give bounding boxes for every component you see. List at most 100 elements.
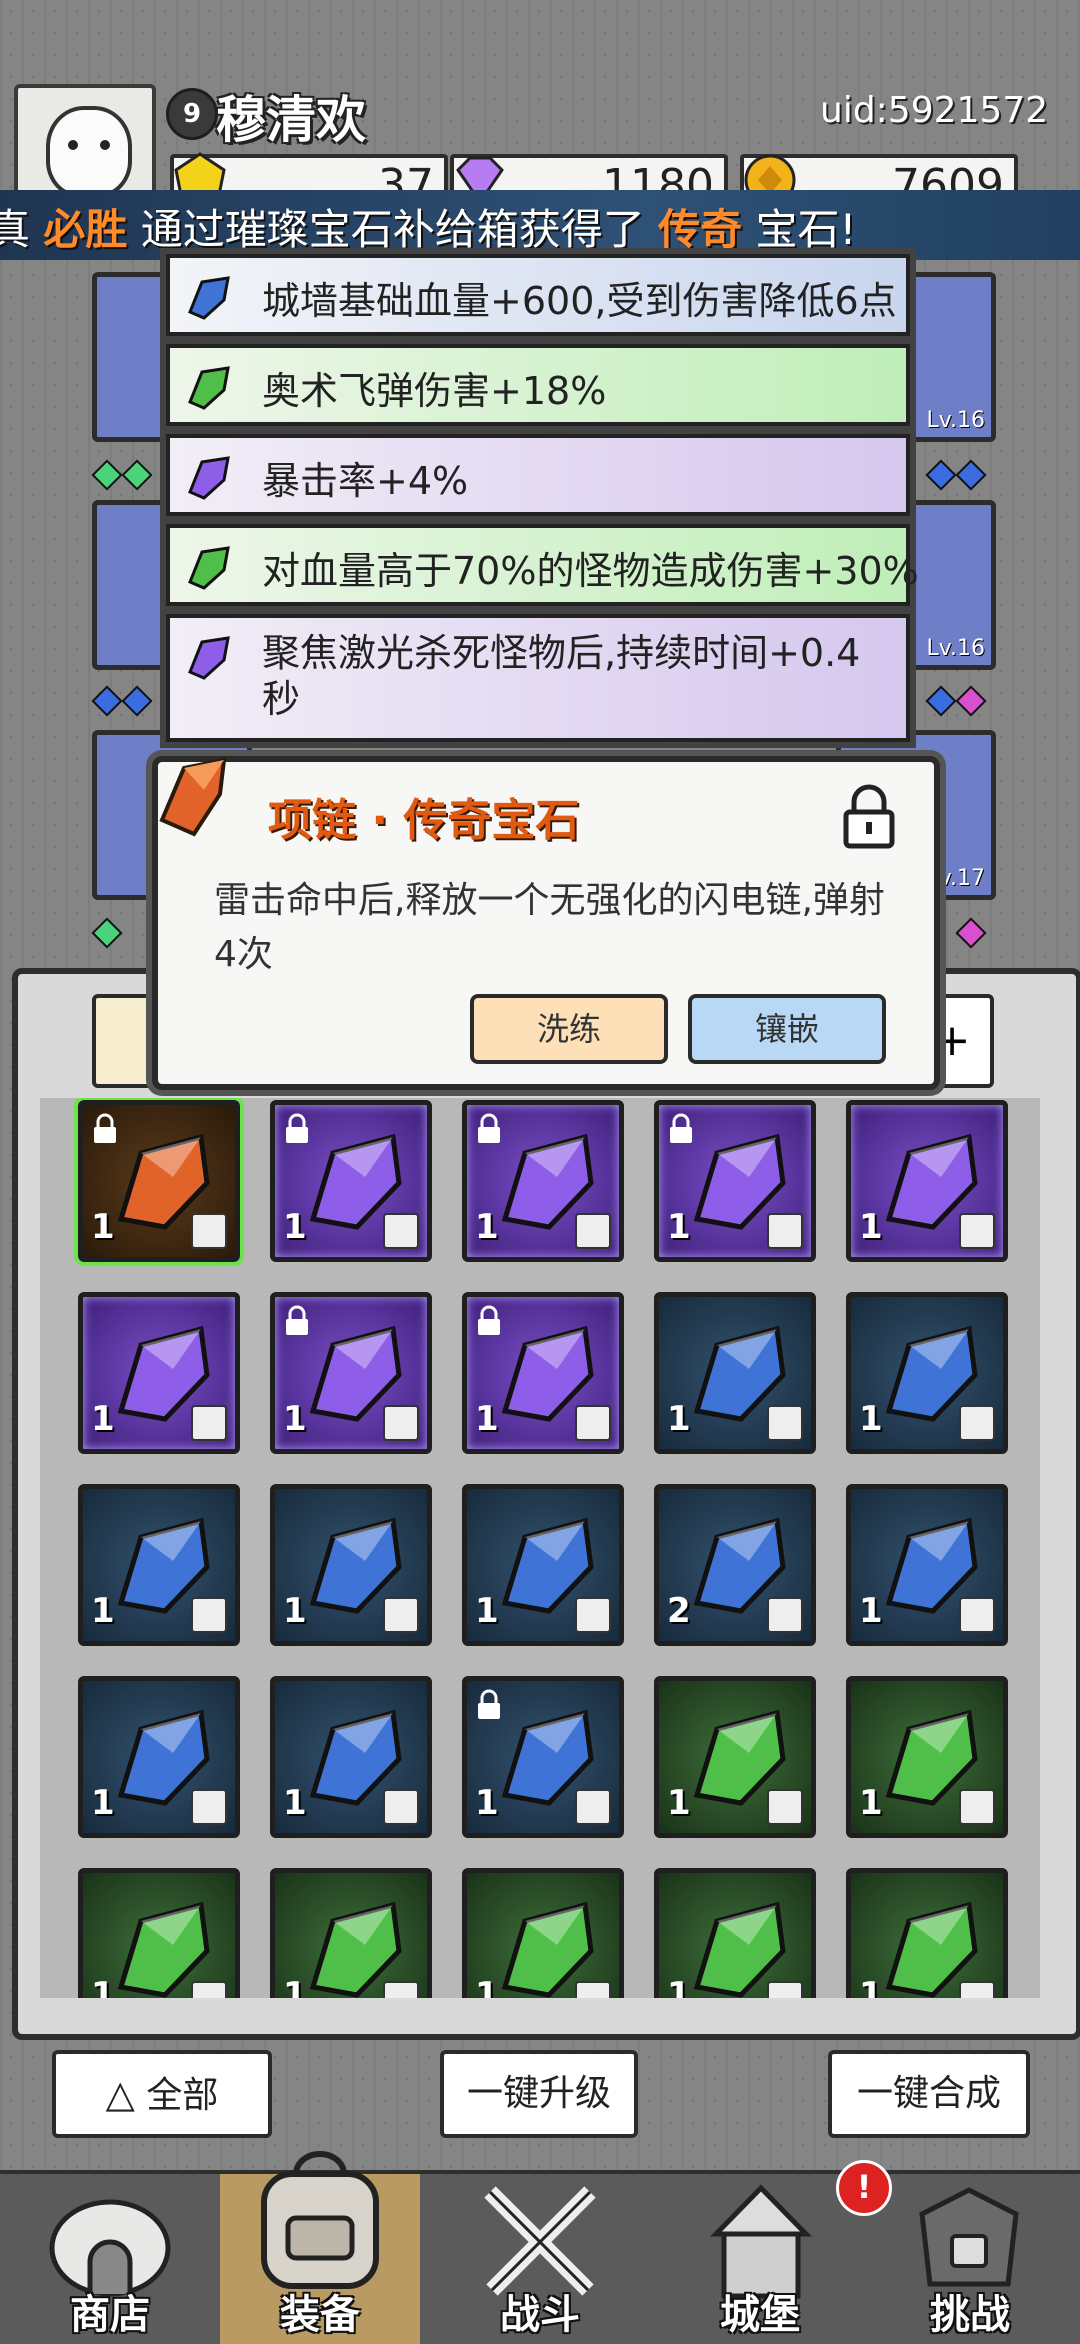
gem-count: 1 — [283, 1591, 307, 1631]
gem-count: 1 — [283, 1399, 307, 1439]
equipment-type-icon — [767, 1789, 803, 1825]
triangle-icon: △ — [105, 2072, 135, 2116]
gem-slot[interactable]: 1 — [846, 1484, 1008, 1646]
equipment-type-icon — [191, 1981, 227, 1998]
gem-slot[interactable]: 1 — [462, 1100, 624, 1262]
gem-count: 1 — [91, 1783, 115, 1823]
gem-slot[interactable]: 1 — [462, 1676, 624, 1838]
gem-slot[interactable]: 1 — [270, 1868, 432, 1998]
gem-slot[interactable]: 1 — [462, 1292, 624, 1454]
gem-slot[interactable]: 2 — [654, 1484, 816, 1646]
nav-battle[interactable]: 战斗 — [440, 2174, 640, 2344]
gem-count: 1 — [859, 1399, 883, 1439]
gem-count: 2 — [667, 1591, 691, 1631]
equipment-type-icon — [575, 1405, 611, 1441]
gem-slot[interactable]: 1 — [654, 1100, 816, 1262]
gem-count: 1 — [667, 1975, 691, 1998]
wash-button[interactable]: 洗练 — [470, 994, 668, 1064]
nav-label: 城堡 — [720, 2292, 800, 2338]
gem-count: 1 — [91, 1207, 115, 1247]
gem-slot[interactable]: 1 — [74, 1098, 244, 1266]
bottom-nav: 商店 装备 战斗 城堡 挑战 — [0, 2151, 1080, 2344]
equipment-type-icon — [767, 1405, 803, 1441]
nav-label: 装备 — [280, 2292, 360, 2338]
gem-count: 1 — [859, 1207, 883, 1247]
gem-slot[interactable]: 1 — [270, 1292, 432, 1454]
gem-count: 1 — [859, 1783, 883, 1823]
player-uid: uid:5921572 — [820, 90, 1049, 131]
backpack-icon — [261, 2151, 379, 2289]
gem-slot[interactable]: 1 — [270, 1100, 432, 1262]
equipment-type-icon — [383, 1789, 419, 1825]
equipment-type-icon — [575, 1213, 611, 1249]
lock-icon — [286, 1113, 308, 1143]
nav-shop[interactable]: 商店 — [10, 2174, 210, 2344]
gem-slot[interactable]: 1 — [846, 1676, 1008, 1838]
player-name: 穆清欢 — [216, 91, 366, 149]
gem-slot[interactable]: 1 — [78, 1484, 240, 1646]
lock-icon — [478, 1689, 500, 1719]
nav-challenge[interactable]: 挑战 — [870, 2174, 1070, 2344]
gem-slot[interactable]: 1 — [654, 1676, 816, 1838]
equipment-type-icon — [959, 1597, 995, 1633]
gem-count: 1 — [475, 1975, 499, 1998]
gem-effect-row: 对血量高于70%的怪物造成伤害+30% — [166, 524, 919, 606]
notification-badge: ! — [836, 2160, 892, 2216]
gem-slot[interactable]: 1 — [78, 1292, 240, 1454]
nav-label: 战斗 — [500, 2292, 580, 2338]
equipment-type-icon — [959, 1405, 995, 1441]
announcement-item: 传奇 — [658, 205, 743, 254]
gem-detail-card: 项链 · 传奇宝石 雷击命中后,释放一个无强化的闪电链,弹射4次 洗练 镶嵌 — [152, 756, 940, 1090]
gem-count: 1 — [475, 1591, 499, 1631]
equipment-type-icon — [383, 1213, 419, 1249]
equipment-level: Lv.16 — [926, 408, 985, 433]
gem-effect-row: 奥术飞弹伤害+18% — [166, 344, 910, 426]
equipment-type-icon — [767, 1597, 803, 1633]
upgrade-all-button[interactable]: 一键升级 — [440, 2050, 638, 2138]
gem-slot[interactable]: 1 — [78, 1676, 240, 1838]
gem-slot[interactable]: 1 — [78, 1868, 240, 1998]
equipment-type-icon — [959, 1789, 995, 1825]
gem-detail-description: 雷击命中后,释放一个无强化的闪电链,弹射4次 — [214, 880, 885, 975]
gem-slot[interactable]: 1 — [270, 1676, 432, 1838]
equipment-type-icon — [383, 1405, 419, 1441]
gem-effect-text: 暴击率+4% — [262, 459, 469, 503]
gem-effect-text: 奥术飞弹伤害+18% — [262, 369, 607, 413]
gem-slot[interactable]: 1 — [846, 1292, 1008, 1454]
equipment-type-icon — [959, 1213, 995, 1249]
gem-count: 1 — [859, 1591, 883, 1631]
filter-all-button[interactable]: △ 全部 — [52, 2050, 272, 2138]
equipment-type-icon — [191, 1789, 227, 1825]
nav-equipment[interactable]: 装备 — [220, 2151, 420, 2344]
gem-slot[interactable]: 1 — [846, 1100, 1008, 1262]
gem-slot[interactable]: 1 — [270, 1484, 432, 1646]
gem-count: 1 — [475, 1783, 499, 1823]
purple-gem-icon — [188, 456, 230, 500]
gem-slot[interactable]: 1 — [462, 1868, 624, 1998]
gem-count: 1 — [667, 1207, 691, 1247]
equipment-type-icon — [191, 1213, 227, 1249]
gem-count: 1 — [475, 1207, 499, 1247]
gem-slot[interactable]: 1 — [846, 1868, 1008, 1998]
nav-castle[interactable]: 城堡 — [660, 2174, 860, 2344]
lock-icon — [478, 1305, 500, 1335]
merge-all-button[interactable]: 一键合成 — [828, 2050, 1030, 2138]
gem-slot[interactable]: 1 — [462, 1484, 624, 1646]
announcement-player: 必胜 — [43, 205, 128, 254]
gem-effects-list: 城墙基础血量+600,受到伤害降低6点 奥术飞弹伤害+18% 暴击率+4% 对血量高于… — [160, 248, 919, 748]
gem-count: 1 — [91, 1591, 115, 1631]
purple-gem-icon — [188, 636, 230, 680]
blue-gem-icon — [188, 276, 230, 320]
gem-slot[interactable]: 1 — [654, 1292, 816, 1454]
gem-slot[interactable]: 1 — [654, 1868, 816, 1998]
lock-icon[interactable] — [840, 784, 898, 850]
equipment-type-icon — [767, 1981, 803, 1998]
player-level-badge: 9 — [166, 88, 218, 140]
equipment-type-icon — [575, 1981, 611, 1998]
lock-icon — [478, 1113, 500, 1143]
inlay-button[interactable]: 镶嵌 — [688, 994, 886, 1064]
lock-icon — [94, 1113, 116, 1143]
equipment-type-icon — [191, 1597, 227, 1633]
equipment-type-icon — [959, 1981, 995, 1998]
orange-gem-icon — [159, 757, 227, 837]
